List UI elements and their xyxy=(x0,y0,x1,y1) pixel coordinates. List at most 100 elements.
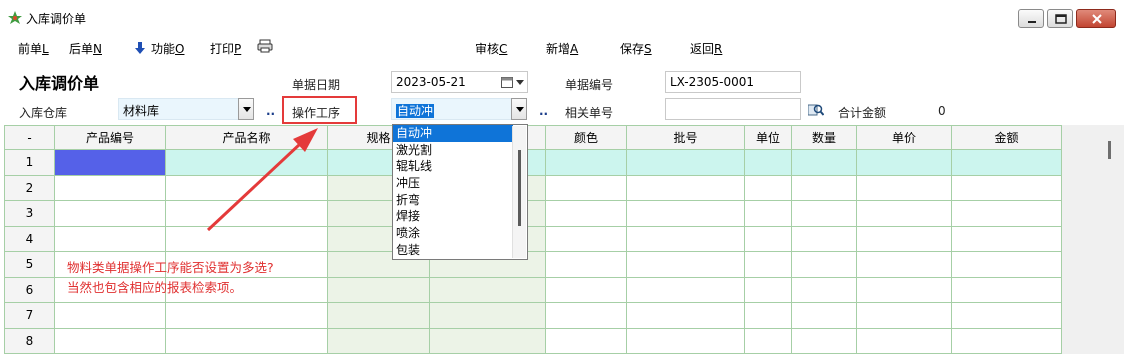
grid-cell[interactable] xyxy=(791,174,857,201)
grid-cell[interactable] xyxy=(626,302,745,329)
grid-cell[interactable] xyxy=(165,174,328,201)
grid-cell[interactable] xyxy=(951,200,1062,227)
grid-cell[interactable] xyxy=(951,302,1062,329)
col-header-quantity[interactable]: 数量 xyxy=(791,125,857,150)
process-more-button[interactable]: .. xyxy=(539,104,548,118)
print-button[interactable]: 打印P xyxy=(210,40,241,57)
grid-cell[interactable] xyxy=(744,327,792,354)
back-button[interactable]: 返回R xyxy=(690,40,722,57)
process-dropdown-list[interactable]: 自动冲 激光割 辊轧线 冲压 折弯 焊接 喷涂 包装 xyxy=(392,124,528,260)
grid-cell[interactable] xyxy=(626,200,745,227)
grid-cell[interactable] xyxy=(54,302,166,329)
print-preview-button[interactable] xyxy=(257,39,273,56)
grid-cell[interactable] xyxy=(545,276,627,303)
grid-cell[interactable] xyxy=(626,251,745,278)
grid-cell[interactable] xyxy=(856,174,952,201)
grid-cell[interactable] xyxy=(744,251,792,278)
grid-cell[interactable] xyxy=(744,276,792,303)
table-row[interactable]: 7 xyxy=(4,302,1062,329)
grid-cell[interactable] xyxy=(545,149,627,176)
doc-date-field[interactable]: 2023-05-21 xyxy=(391,71,528,93)
table-row[interactable]: 2 xyxy=(4,174,1062,201)
process-option[interactable]: 喷涂 xyxy=(393,225,513,242)
table-row[interactable]: 3 xyxy=(4,200,1062,227)
grid-cell[interactable] xyxy=(856,149,952,176)
grid-cell[interactable] xyxy=(951,149,1062,176)
grid-cell[interactable] xyxy=(54,327,166,354)
vertical-scrollbar-thumb[interactable] xyxy=(1108,141,1111,159)
grid-cell[interactable] xyxy=(54,225,166,252)
table-row[interactable]: 8 xyxy=(4,327,1062,354)
maximize-button[interactable] xyxy=(1047,9,1073,28)
grid-cell[interactable] xyxy=(744,174,792,201)
grid-cell[interactable] xyxy=(744,225,792,252)
grid-cell[interactable] xyxy=(856,225,952,252)
warehouse-more-button[interactable]: .. xyxy=(266,104,275,118)
process-option[interactable]: 折弯 xyxy=(393,192,513,209)
grid-cell[interactable] xyxy=(429,327,546,354)
save-button[interactable]: 保存S xyxy=(620,40,652,57)
process-option[interactable]: 辊轧线 xyxy=(393,158,513,175)
audit-button[interactable]: 审核C xyxy=(475,40,507,57)
process-option[interactable]: 包装 xyxy=(393,242,513,259)
grid-cell[interactable] xyxy=(626,149,745,176)
process-field[interactable]: 自动冲 xyxy=(391,98,512,120)
col-header-color[interactable]: 颜色 xyxy=(545,125,627,150)
calendar-icon[interactable] xyxy=(501,76,513,88)
grid-cell[interactable] xyxy=(951,276,1062,303)
grid-cell[interactable] xyxy=(327,276,430,303)
grid-cell[interactable] xyxy=(791,225,857,252)
grid-cell[interactable] xyxy=(951,174,1062,201)
grid-cell[interactable] xyxy=(327,327,430,354)
process-option[interactable]: 激光割 xyxy=(393,142,513,159)
next-button[interactable]: 后单N xyxy=(69,40,102,57)
grid-cell[interactable] xyxy=(626,276,745,303)
grid-cell[interactable] xyxy=(545,251,627,278)
grid-cell[interactable] xyxy=(791,149,857,176)
col-header-unit-price[interactable]: 单价 xyxy=(856,125,952,150)
grid-cell[interactable] xyxy=(791,302,857,329)
grid-cell[interactable] xyxy=(429,276,546,303)
table-row[interactable]: 4 xyxy=(4,225,1062,252)
process-dropdown-button[interactable] xyxy=(511,98,527,120)
grid-cell[interactable] xyxy=(626,327,745,354)
grid-cell[interactable] xyxy=(791,327,857,354)
grid-cell[interactable] xyxy=(626,225,745,252)
process-option[interactable]: 自动冲 xyxy=(393,125,513,142)
grid-cell[interactable] xyxy=(856,327,952,354)
warehouse-dropdown-button[interactable] xyxy=(238,98,254,120)
grid-cell[interactable] xyxy=(54,149,166,176)
grid-cell[interactable] xyxy=(54,200,166,227)
process-option[interactable]: 冲压 xyxy=(393,175,513,192)
dropdown-scrollbar[interactable] xyxy=(512,126,526,258)
grid-cell[interactable] xyxy=(429,302,546,329)
grid-cell[interactable] xyxy=(165,327,328,354)
new-button[interactable]: 新增A xyxy=(546,40,578,57)
grid-cell[interactable] xyxy=(165,200,328,227)
grid-cell[interactable] xyxy=(626,174,745,201)
minimize-button[interactable] xyxy=(1018,9,1044,28)
col-header-batch[interactable]: 批号 xyxy=(626,125,745,150)
grid-cell[interactable] xyxy=(856,276,952,303)
table-row[interactable]: 1 xyxy=(4,149,1062,176)
chevron-down-icon[interactable] xyxy=(516,80,524,86)
related-no-field[interactable] xyxy=(665,98,801,120)
close-button[interactable] xyxy=(1076,9,1116,28)
grid-cell[interactable] xyxy=(165,149,328,176)
grid-cell[interactable] xyxy=(856,200,952,227)
col-header-product-code[interactable]: 产品编号 xyxy=(54,125,166,150)
dropdown-scrollbar-thumb[interactable] xyxy=(518,150,521,226)
grid-cell[interactable] xyxy=(545,327,627,354)
grid-cell[interactable] xyxy=(951,327,1062,354)
prev-button[interactable]: 前单L xyxy=(18,40,49,57)
grid-cell[interactable] xyxy=(545,174,627,201)
grid-cell[interactable] xyxy=(545,200,627,227)
grid-cell[interactable] xyxy=(856,302,952,329)
col-header-index[interactable]: - xyxy=(4,125,55,150)
grid-cell[interactable] xyxy=(951,225,1062,252)
grid-cell[interactable] xyxy=(165,225,328,252)
function-button[interactable]: 功能O xyxy=(135,40,184,57)
grid-cell[interactable] xyxy=(791,276,857,303)
col-header-product-name[interactable]: 产品名称 xyxy=(165,125,328,150)
grid-cell[interactable] xyxy=(165,302,328,329)
